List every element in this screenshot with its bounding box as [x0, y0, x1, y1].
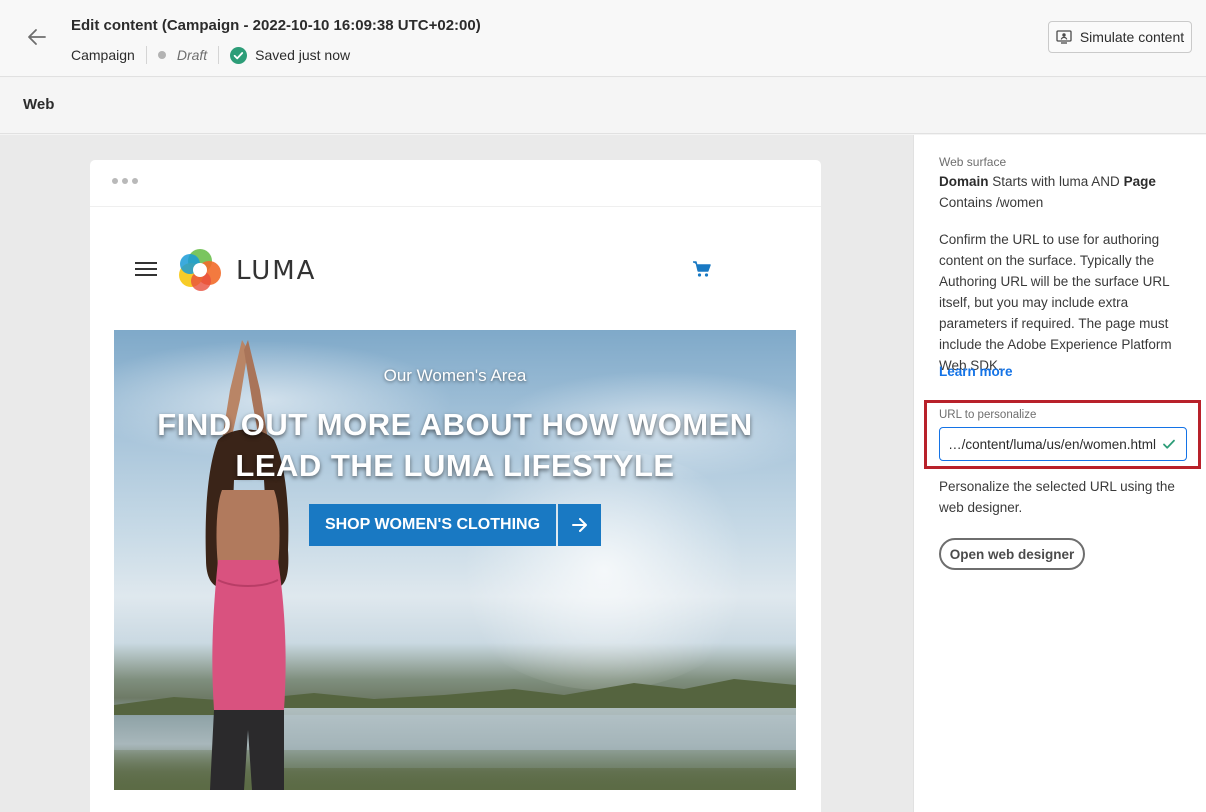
more-options-icon[interactable]: [112, 178, 138, 184]
url-value: ⁨…/content/luma/us/en/women.html⁩: [950, 436, 1156, 452]
valid-check-icon: [1163, 439, 1175, 449]
brand-logo-text: LUMA: [236, 256, 317, 286]
back-arrow-icon[interactable]: [24, 24, 50, 50]
surface-description: Confirm the URL to use for authoring con…: [939, 232, 1172, 373]
url-field-label: URL to personalize: [939, 409, 1037, 421]
page-title: Edit content (Campaign - 2022-10-10 16:0…: [71, 17, 481, 34]
arrow-right-icon: [558, 504, 601, 546]
hero-title-line1: FIND OUT MORE ABOUT HOW WOMEN: [157, 407, 753, 442]
divider: [218, 46, 220, 64]
hamburger-menu-icon[interactable]: [135, 262, 157, 276]
channel-label: Web: [23, 96, 55, 113]
preview-canvas: LUMA Our Women's Area FIND OUT MORE ABOU…: [0, 135, 913, 812]
divider: [90, 206, 821, 207]
open-web-designer-button[interactable]: Open web designer: [939, 538, 1085, 570]
save-status: Saved just now: [255, 47, 351, 63]
breadcrumb: Campaign: [71, 47, 135, 63]
divider: [145, 46, 147, 64]
page-key: Page: [1123, 174, 1156, 189]
status-bar: Campaign Draft Saved just now: [71, 46, 350, 64]
status-badge: Draft: [176, 47, 208, 63]
check-circle-icon: [230, 46, 248, 64]
luma-logo-icon: [179, 249, 221, 291]
page-rule: Contains /women: [939, 195, 1044, 210]
top-header: Edit content (Campaign - 2022-10-10 16:0…: [0, 0, 1206, 77]
hero-title: FIND OUT MORE ABOUT HOW WOMEN LEAD THE L…: [114, 404, 796, 486]
hero-title-line2: LEAD THE LUMA LIFESTYLE: [235, 448, 675, 483]
shop-womens-clothing-button[interactable]: SHOP WOMEN'S CLOTHING: [309, 504, 601, 546]
url-to-personalize-input[interactable]: ⁨…/content/luma/us/en/women.html⁩: [939, 427, 1187, 461]
web-surface-rule: Domain Starts with luma AND Page Contain…: [939, 171, 1195, 213]
domain-key: Domain: [939, 174, 989, 189]
channel-header: Web: [0, 78, 1206, 134]
shopping-cart-icon[interactable]: [692, 260, 712, 278]
learn-more-link[interactable]: Learn more: [939, 364, 1013, 379]
simulate-content-button[interactable]: Simulate content: [1048, 21, 1192, 53]
simulate-icon: [1056, 30, 1072, 44]
simulate-content-label: Simulate content: [1079, 29, 1185, 45]
personalize-description: Personalize the selected URL using the w…: [939, 479, 1175, 515]
draft-status-dot-icon: [157, 51, 166, 59]
web-preview: LUMA Our Women's Area FIND OUT MORE ABOU…: [90, 160, 821, 812]
hero-banner: Our Women's Area FIND OUT MORE ABOUT HOW…: [114, 330, 796, 790]
shop-button-label: SHOP WOMEN'S CLOTHING: [309, 504, 556, 546]
hero-subtitle: Our Women's Area: [383, 366, 527, 385]
domain-rule: Starts with luma AND: [988, 174, 1124, 189]
web-surface-label: Web surface: [939, 155, 1007, 169]
woman-yoga-figure: [205, 340, 289, 790]
properties-panel: Web surface Domain Starts with luma AND …: [913, 135, 1206, 812]
